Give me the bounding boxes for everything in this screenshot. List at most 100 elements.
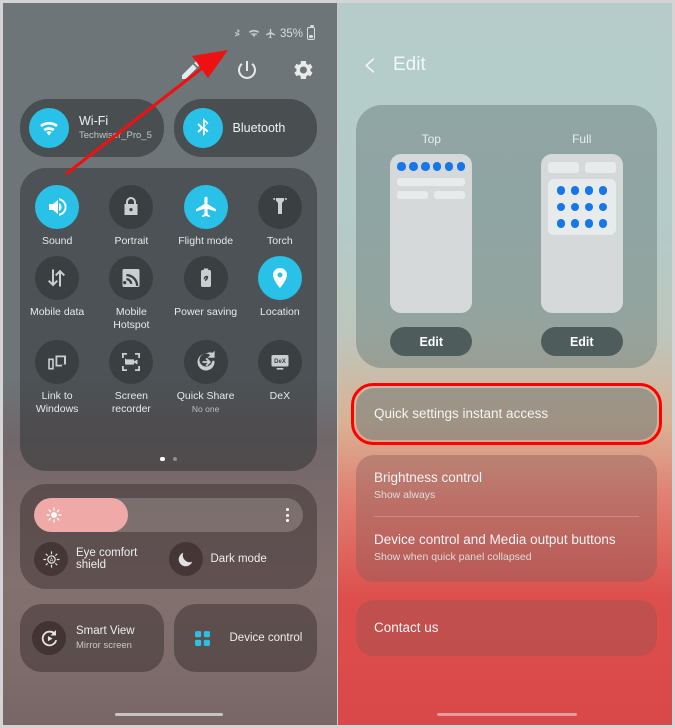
option-row: Quick settings instant access xyxy=(356,388,657,440)
option-quick-settings-instant-access[interactable]: Quick settings instant access xyxy=(351,383,662,445)
tile-label: Mobile Hotspot xyxy=(113,306,150,331)
option-group-display: Brightness control Show always Device co… xyxy=(356,455,657,582)
svg-text:DeX: DeX xyxy=(274,359,286,365)
edit-settings-panel: Edit Top Edit Full Edit Quick settings i… xyxy=(338,0,675,728)
preview-caption: Full xyxy=(572,132,592,146)
preview-columns: Top Edit Full Edit xyxy=(356,105,657,368)
page-dot-active[interactable] xyxy=(160,456,165,461)
tile-quick-share[interactable]: Quick Share No one xyxy=(169,340,243,416)
hotspot-icon xyxy=(109,256,154,300)
tile-dex[interactable]: DeX DeX xyxy=(243,340,317,416)
flashlight-icon xyxy=(257,185,302,229)
smart-view-text: Smart View Mirror screen xyxy=(76,624,135,652)
device-control-grid-icon xyxy=(186,621,220,655)
device-control-text: Device control xyxy=(230,631,303,646)
edit-top-button[interactable]: Edit xyxy=(390,327,473,356)
smart-view-icon xyxy=(32,621,66,655)
option-title: Contact us xyxy=(374,620,439,635)
edit-header: Edit xyxy=(362,54,426,76)
tile-mobile-data[interactable]: Mobile data xyxy=(20,256,94,332)
brightness-options: A Eye comfort shield Dark mode xyxy=(34,542,303,576)
phone-mockup-top xyxy=(390,154,473,313)
quick-share-icon xyxy=(183,340,228,384)
wifi-tile-text: Wi-Fi Techwiser_Pro_5 xyxy=(79,114,152,142)
brightness-card: A Eye comfort shield Dark mode xyxy=(20,484,317,589)
device-control-title: Device control xyxy=(229,631,303,644)
smart-view-card[interactable]: Smart View Mirror screen xyxy=(20,604,164,672)
mockup-bar xyxy=(397,177,466,186)
wifi-tile-title: Wi-Fi xyxy=(79,114,109,128)
eye-comfort-shield-label: Eye comfort shield xyxy=(76,547,138,571)
wifi-tile[interactable]: Wi-Fi Techwiser_Pro_5 xyxy=(20,99,164,157)
wifi-tile-subtitle: Techwiser_Pro_5 xyxy=(79,130,152,141)
data-transfer-icon xyxy=(35,256,80,300)
dark-mode-button[interactable]: Dark mode xyxy=(168,542,304,576)
mockup-toggle-panel xyxy=(547,179,616,235)
phone-mockup-full xyxy=(540,154,623,313)
brightness-slider[interactable] xyxy=(34,498,303,532)
bluetooth-status-icon xyxy=(232,27,243,40)
option-row: Contact us xyxy=(356,600,657,656)
option-subtitle: Show when quick panel collapsed xyxy=(374,551,532,563)
smart-view-title: Smart View xyxy=(76,625,135,637)
tile-label: Quick Share xyxy=(176,390,235,402)
status-bar: 35% xyxy=(232,25,315,40)
option-title: Brightness control xyxy=(374,470,483,485)
wifi-icon xyxy=(29,108,69,148)
screen-record-icon xyxy=(109,340,154,384)
tile-power-saving[interactable]: Power saving xyxy=(169,256,243,332)
tile-flight-mode[interactable]: Flight mode xyxy=(169,185,243,248)
preview-full: Full Edit xyxy=(507,105,658,368)
bluetooth-tile[interactable]: Bluetooth xyxy=(173,99,317,157)
option-contact-us[interactable]: Contact us xyxy=(356,600,657,656)
tile-label: Torch xyxy=(267,235,293,247)
bottom-cards: Smart View Mirror screen Device control xyxy=(20,604,317,672)
mockup-bar-pair xyxy=(547,162,616,173)
home-indicator xyxy=(114,712,223,716)
tile-screen-recorder[interactable]: Screen recorder xyxy=(94,340,168,416)
eye-comfort-shield-button[interactable]: A Eye comfort shield xyxy=(34,542,169,576)
tile-label: Sound xyxy=(41,235,73,247)
mockup-dot-row xyxy=(397,162,466,171)
preview-caption: Top xyxy=(421,132,441,146)
tile-portrait[interactable]: Portrait xyxy=(94,185,168,248)
option-device-control-media-output[interactable]: Device control and Media output buttons … xyxy=(356,517,657,565)
bluetooth-tile-title: Bluetooth xyxy=(232,120,286,135)
bluetooth-tile-text: Bluetooth xyxy=(233,121,286,136)
screenshot-root: 35% Wi-Fi Techwiser_Pro_5 Bluetooth Soun… xyxy=(0,0,675,728)
option-brightness-control[interactable]: Brightness control Show always xyxy=(356,455,657,503)
battery-icon xyxy=(307,25,315,40)
tile-label: Link to Windows xyxy=(35,390,79,415)
kebab-menu-icon[interactable] xyxy=(286,508,289,522)
device-control-card[interactable]: Device control xyxy=(173,604,317,672)
link-devices-icon xyxy=(35,340,80,384)
tile-location[interactable]: Location xyxy=(243,256,317,332)
tile-label: Location xyxy=(260,306,300,318)
battery-percent-label: 35% xyxy=(279,27,303,40)
edit-full-button[interactable]: Edit xyxy=(540,327,623,356)
sun-icon xyxy=(46,507,62,523)
tile-label: DeX xyxy=(269,390,291,402)
layout-preview-card: Top Edit Full Edit xyxy=(356,105,657,368)
gear-icon[interactable] xyxy=(291,58,315,82)
pencil-icon[interactable] xyxy=(179,58,203,82)
tile-label: Power saving xyxy=(174,306,238,318)
page-dot[interactable] xyxy=(172,456,177,461)
tile-sound[interactable]: Sound xyxy=(20,185,94,248)
preview-top: Top Edit xyxy=(356,105,507,368)
rotation-lock-icon xyxy=(109,185,154,229)
quick-settings-panel: 35% Wi-Fi Techwiser_Pro_5 Bluetooth Soun… xyxy=(0,0,338,728)
tile-mobile-hotspot[interactable]: Mobile Hotspot xyxy=(94,256,168,332)
chevron-left-icon[interactable] xyxy=(362,57,379,74)
wifi-status-icon xyxy=(247,27,261,40)
power-icon[interactable] xyxy=(235,58,259,82)
tile-label: Portrait xyxy=(114,235,149,247)
home-indicator xyxy=(436,712,577,716)
mockup-bar-pair xyxy=(397,190,466,199)
bluetooth-icon xyxy=(182,108,223,148)
battery-leaf-icon xyxy=(183,256,228,300)
option-title: Device control and Media output buttons xyxy=(374,532,616,547)
moon-icon xyxy=(168,542,203,576)
tile-link-to-windows[interactable]: Link to Windows xyxy=(20,340,94,416)
tile-torch[interactable]: Torch xyxy=(243,185,317,248)
